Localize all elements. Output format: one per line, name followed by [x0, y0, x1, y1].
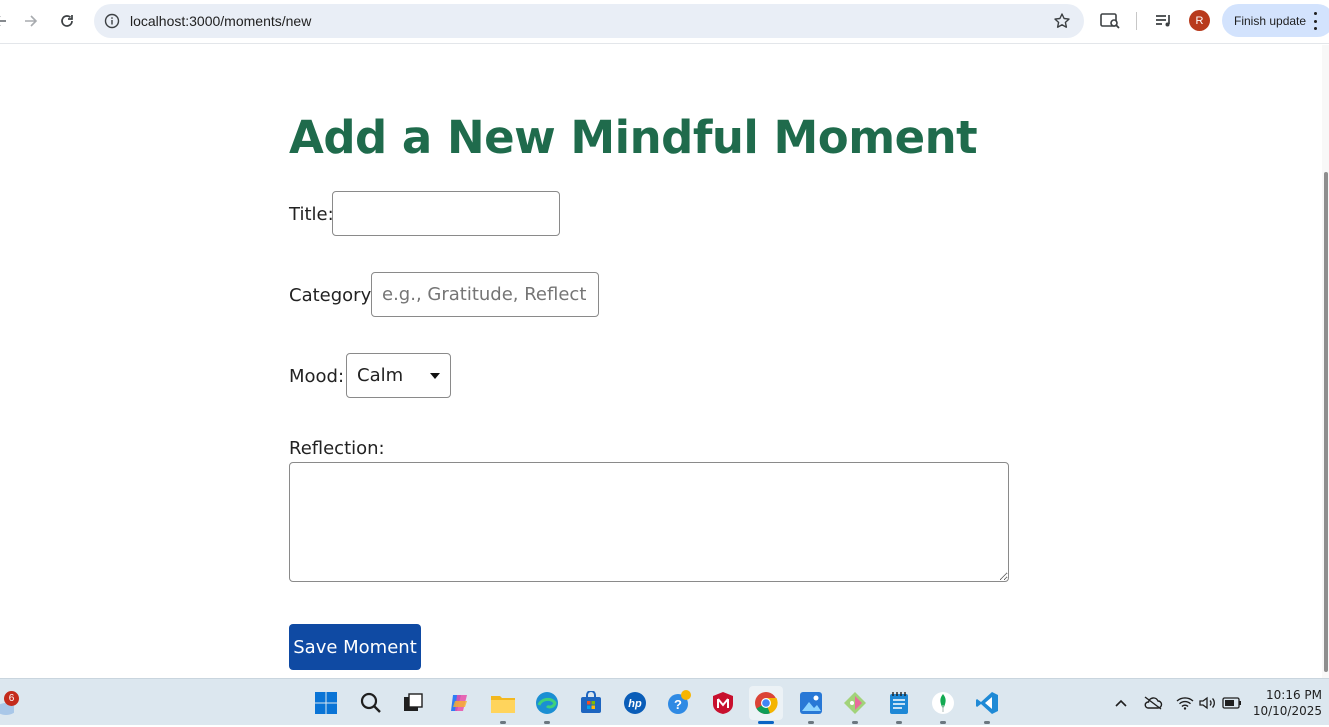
volume-icon[interactable] [1198, 693, 1218, 713]
dropdown-caret-icon [430, 373, 440, 379]
more-menu-icon[interactable] [1312, 12, 1318, 30]
address-bar[interactable]: localhost:3000/moments/new [94, 4, 1084, 38]
vscode-icon[interactable] [970, 686, 1004, 724]
weather-badge: 6 [4, 691, 19, 706]
mood-label: Mood: [289, 366, 345, 387]
mcafee-icon[interactable] [706, 686, 740, 720]
title-label: Title: [289, 204, 334, 225]
reload-icon[interactable] [53, 8, 81, 34]
svg-text:hp: hp [628, 698, 642, 710]
hp-icon[interactable]: hp [618, 686, 652, 720]
bookmark-star-icon[interactable] [1052, 11, 1072, 31]
start-icon[interactable] [309, 686, 343, 720]
page-title: Add a New Mindful Moment [289, 111, 978, 164]
clock-time: 10:16 PM [1266, 688, 1322, 702]
system-clock[interactable]: 10:16 PM 10/10/2025 [1252, 687, 1322, 719]
category-label: Category: [289, 285, 376, 306]
media-control-icon[interactable] [1153, 10, 1175, 32]
mood-select[interactable]: Calm [346, 353, 451, 398]
weather-widget[interactable]: 6 [0, 685, 20, 717]
windows-taskbar: 6 hp ? 10:16 PM 10/10/2025 [0, 678, 1329, 725]
edge-icon[interactable] [530, 686, 564, 724]
title-input[interactable] [332, 191, 560, 236]
help-icon[interactable]: ? [662, 686, 696, 720]
show-hidden-icons-chevron-icon[interactable] [1111, 693, 1131, 713]
reflection-label: Reflection: [289, 438, 385, 459]
svg-text:?: ? [674, 697, 682, 712]
toolbar-divider [1136, 12, 1137, 30]
mood-selected-value: Calm [357, 365, 404, 386]
scrollbar-thumb[interactable] [1324, 172, 1328, 672]
wifi-icon[interactable] [1175, 693, 1195, 713]
category-input[interactable] [371, 272, 599, 317]
photos-icon[interactable] [794, 686, 828, 724]
forward-icon[interactable] [17, 8, 45, 34]
task-view-icon[interactable] [396, 686, 430, 720]
search-icon[interactable] [354, 686, 388, 720]
site-info-icon[interactable] [102, 11, 122, 31]
battery-icon[interactable] [1222, 693, 1242, 713]
clock-date: 10/10/2025 [1252, 704, 1322, 718]
url-text[interactable]: localhost:3000/moments/new [130, 13, 311, 29]
copilot-icon[interactable] [442, 686, 476, 720]
onedrive-offline-icon[interactable] [1143, 693, 1163, 713]
page-scrollbar[interactable] [1322, 45, 1329, 678]
profile-avatar[interactable]: R [1189, 10, 1210, 31]
tab-search-icon[interactable] [1099, 10, 1121, 32]
back-icon[interactable] [0, 8, 14, 34]
chrome-icon[interactable] [749, 686, 783, 724]
git-icon[interactable] [838, 686, 872, 724]
save-moment-button[interactable]: Save Moment [289, 624, 421, 670]
notepad-icon[interactable] [882, 686, 916, 724]
store-icon[interactable] [574, 686, 608, 720]
browser-toolbar: localhost:3000/moments/new R Finish upda… [0, 0, 1329, 44]
file-explorer-icon[interactable] [486, 686, 520, 724]
mongodb-icon[interactable] [926, 686, 960, 724]
reflection-textarea[interactable] [289, 462, 1009, 582]
